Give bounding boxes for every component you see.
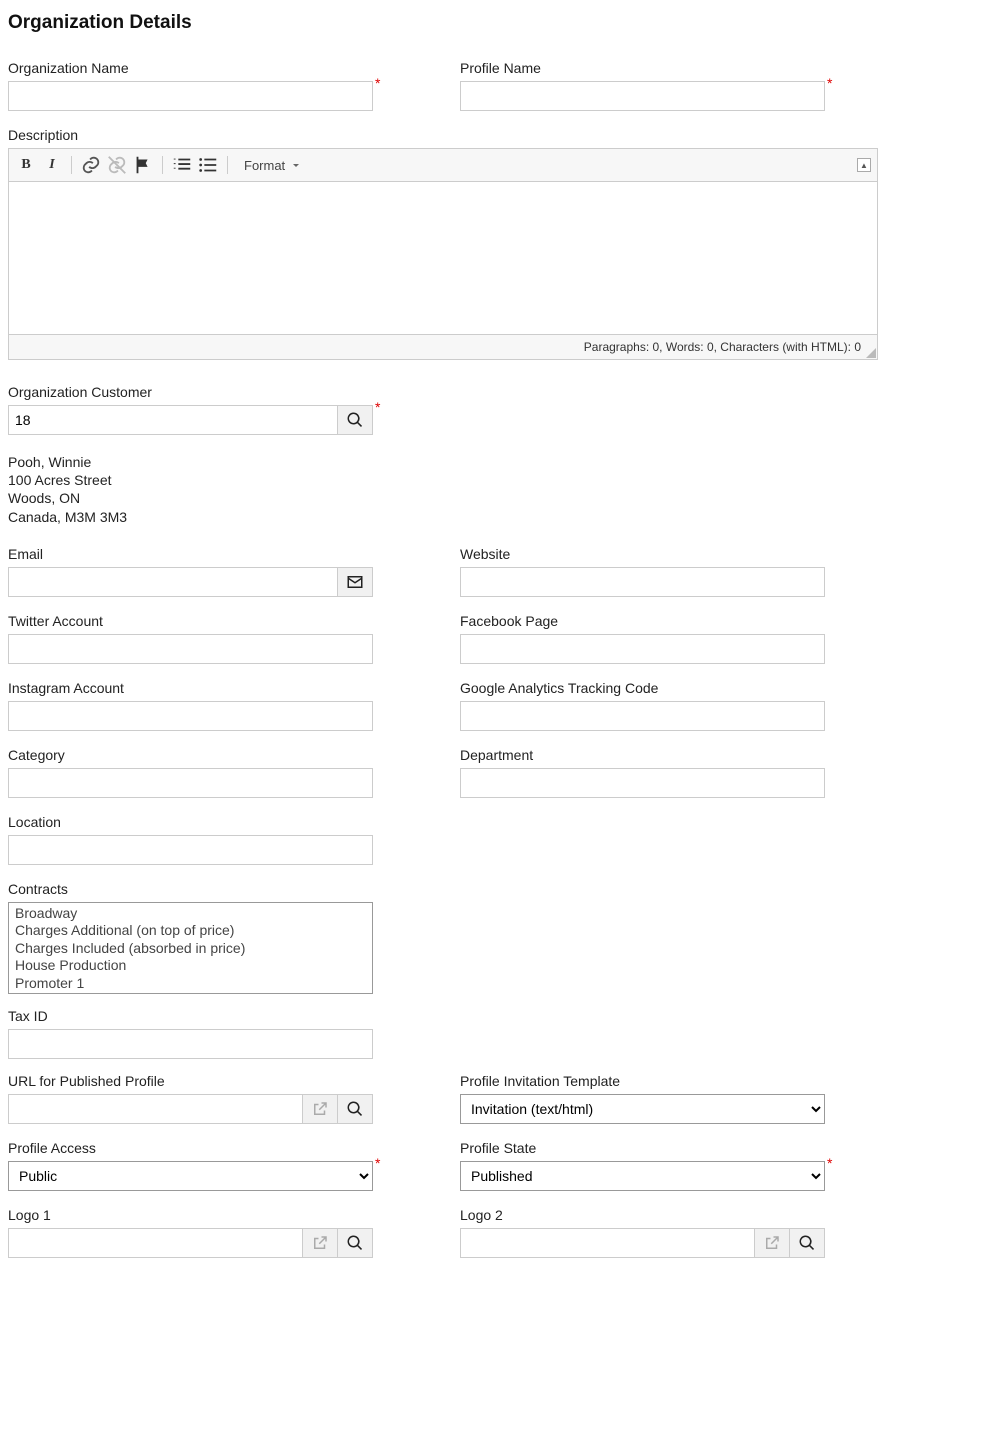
instagram-input[interactable] xyxy=(8,701,373,731)
contracts-option[interactable]: Charges Additional (on top of price) xyxy=(13,922,368,940)
page-title: Organization Details xyxy=(8,12,975,34)
ga-code-input[interactable] xyxy=(460,701,825,731)
mail-icon xyxy=(346,573,364,591)
invitation-tpl-select[interactable]: Invitation (text/html) xyxy=(460,1094,825,1124)
url-open-button[interactable] xyxy=(303,1094,338,1124)
toolbar-separator xyxy=(162,156,163,174)
description-label: Description xyxy=(8,127,975,143)
profile-access-select[interactable]: Public xyxy=(8,1161,373,1191)
italic-button[interactable]: I xyxy=(41,154,63,176)
unlink-button[interactable] xyxy=(106,154,128,176)
url-profile-input[interactable] xyxy=(8,1094,303,1124)
search-icon xyxy=(798,1234,816,1252)
required-mark: * xyxy=(375,1155,380,1171)
location-input[interactable] xyxy=(8,835,373,865)
logo2-label: Logo 2 xyxy=(460,1207,912,1223)
facebook-input[interactable] xyxy=(460,634,825,664)
italic-icon: I xyxy=(49,157,54,173)
url-search-button[interactable] xyxy=(338,1094,373,1124)
toolbar-separator xyxy=(227,156,228,174)
logo1-input[interactable] xyxy=(8,1228,303,1258)
numbered-list-icon xyxy=(171,154,193,176)
profile-access-label: Profile Access xyxy=(8,1140,460,1156)
anchor-button[interactable] xyxy=(132,154,154,176)
external-link-icon xyxy=(763,1234,781,1252)
org-name-input[interactable] xyxy=(8,81,373,111)
collapse-toolbar-button[interactable]: ▲ xyxy=(857,158,871,172)
customer-country: Canada, M3M 3M3 xyxy=(8,508,975,526)
unlink-icon xyxy=(106,154,128,176)
resize-grip[interactable] xyxy=(866,348,876,358)
link-button[interactable] xyxy=(80,154,102,176)
toolbar-separator xyxy=(71,156,72,174)
twitter-input[interactable] xyxy=(8,634,373,664)
required-mark: * xyxy=(375,75,380,91)
contracts-option[interactable]: Charges Included (absorbed in price) xyxy=(13,940,368,958)
category-input[interactable] xyxy=(8,768,373,798)
contracts-option[interactable]: House Production xyxy=(13,957,368,975)
editor-status-bar: Paragraphs: 0, Words: 0, Characters (wit… xyxy=(9,334,877,359)
customer-name: Pooh, Winnie xyxy=(8,453,975,471)
email-input[interactable] xyxy=(8,567,338,597)
search-icon xyxy=(346,411,364,429)
profile-state-label: Profile State xyxy=(460,1140,912,1156)
bold-icon: B xyxy=(21,157,30,173)
editor-status-text: Paragraphs: 0, Words: 0, Characters (wit… xyxy=(584,340,869,354)
customer-street: 100 Acres Street xyxy=(8,471,975,489)
org-customer-label: Organization Customer xyxy=(8,384,975,400)
org-name-label: Organization Name xyxy=(8,60,460,76)
bullet-list-icon xyxy=(197,154,219,176)
customer-preview: Pooh, Winnie 100 Acres Street Woods, ON … xyxy=(8,453,975,526)
org-customer-input[interactable] xyxy=(8,405,338,435)
invitation-tpl-label: Profile Invitation Template xyxy=(460,1073,912,1089)
org-customer-search-button[interactable] xyxy=(338,405,373,435)
profile-name-label: Profile Name xyxy=(460,60,912,76)
flag-icon xyxy=(132,154,154,176)
format-dropdown[interactable]: Format xyxy=(236,156,303,175)
department-label: Department xyxy=(460,747,912,763)
required-mark: * xyxy=(827,75,832,91)
location-label: Location xyxy=(8,814,460,830)
required-mark: * xyxy=(375,399,380,415)
link-icon xyxy=(80,154,102,176)
contracts-option[interactable]: Promoter 1 xyxy=(13,975,368,993)
search-icon xyxy=(346,1234,364,1252)
category-label: Category xyxy=(8,747,460,763)
bullet-list-button[interactable] xyxy=(197,154,219,176)
logo1-search-button[interactable] xyxy=(338,1228,373,1258)
contracts-listbox[interactable]: BroadwayCharges Additional (on top of pr… xyxy=(8,902,373,994)
logo1-label: Logo 1 xyxy=(8,1207,460,1223)
bold-button[interactable]: B xyxy=(15,154,37,176)
contracts-option[interactable]: Broadway xyxy=(13,905,368,923)
logo2-open-button[interactable] xyxy=(755,1228,790,1258)
numbered-list-button[interactable] xyxy=(171,154,193,176)
search-icon xyxy=(346,1100,364,1118)
website-input[interactable] xyxy=(460,567,825,597)
required-mark: * xyxy=(827,1155,832,1171)
email-label: Email xyxy=(8,546,460,562)
external-link-icon xyxy=(311,1234,329,1252)
website-label: Website xyxy=(460,546,912,562)
tax-id-input[interactable] xyxy=(8,1029,373,1059)
email-send-button[interactable] xyxy=(338,567,373,597)
profile-state-select[interactable]: Published xyxy=(460,1161,825,1191)
customer-city: Woods, ON xyxy=(8,489,975,507)
tax-id-label: Tax ID xyxy=(8,1008,975,1024)
ga-code-label: Google Analytics Tracking Code xyxy=(460,680,912,696)
description-editor: B I Format ▲ Paragraphs: xyxy=(8,148,878,360)
logo2-input[interactable] xyxy=(460,1228,755,1258)
editor-toolbar: B I Format ▲ xyxy=(9,149,877,182)
logo1-open-button[interactable] xyxy=(303,1228,338,1258)
instagram-label: Instagram Account xyxy=(8,680,460,696)
url-profile-label: URL for Published Profile xyxy=(8,1073,460,1089)
facebook-label: Facebook Page xyxy=(460,613,912,629)
external-link-icon xyxy=(311,1100,329,1118)
logo2-search-button[interactable] xyxy=(790,1228,825,1258)
twitter-label: Twitter Account xyxy=(8,613,460,629)
description-textarea[interactable] xyxy=(9,182,877,334)
profile-name-input[interactable] xyxy=(460,81,825,111)
contracts-label: Contracts xyxy=(8,881,975,897)
department-input[interactable] xyxy=(460,768,825,798)
